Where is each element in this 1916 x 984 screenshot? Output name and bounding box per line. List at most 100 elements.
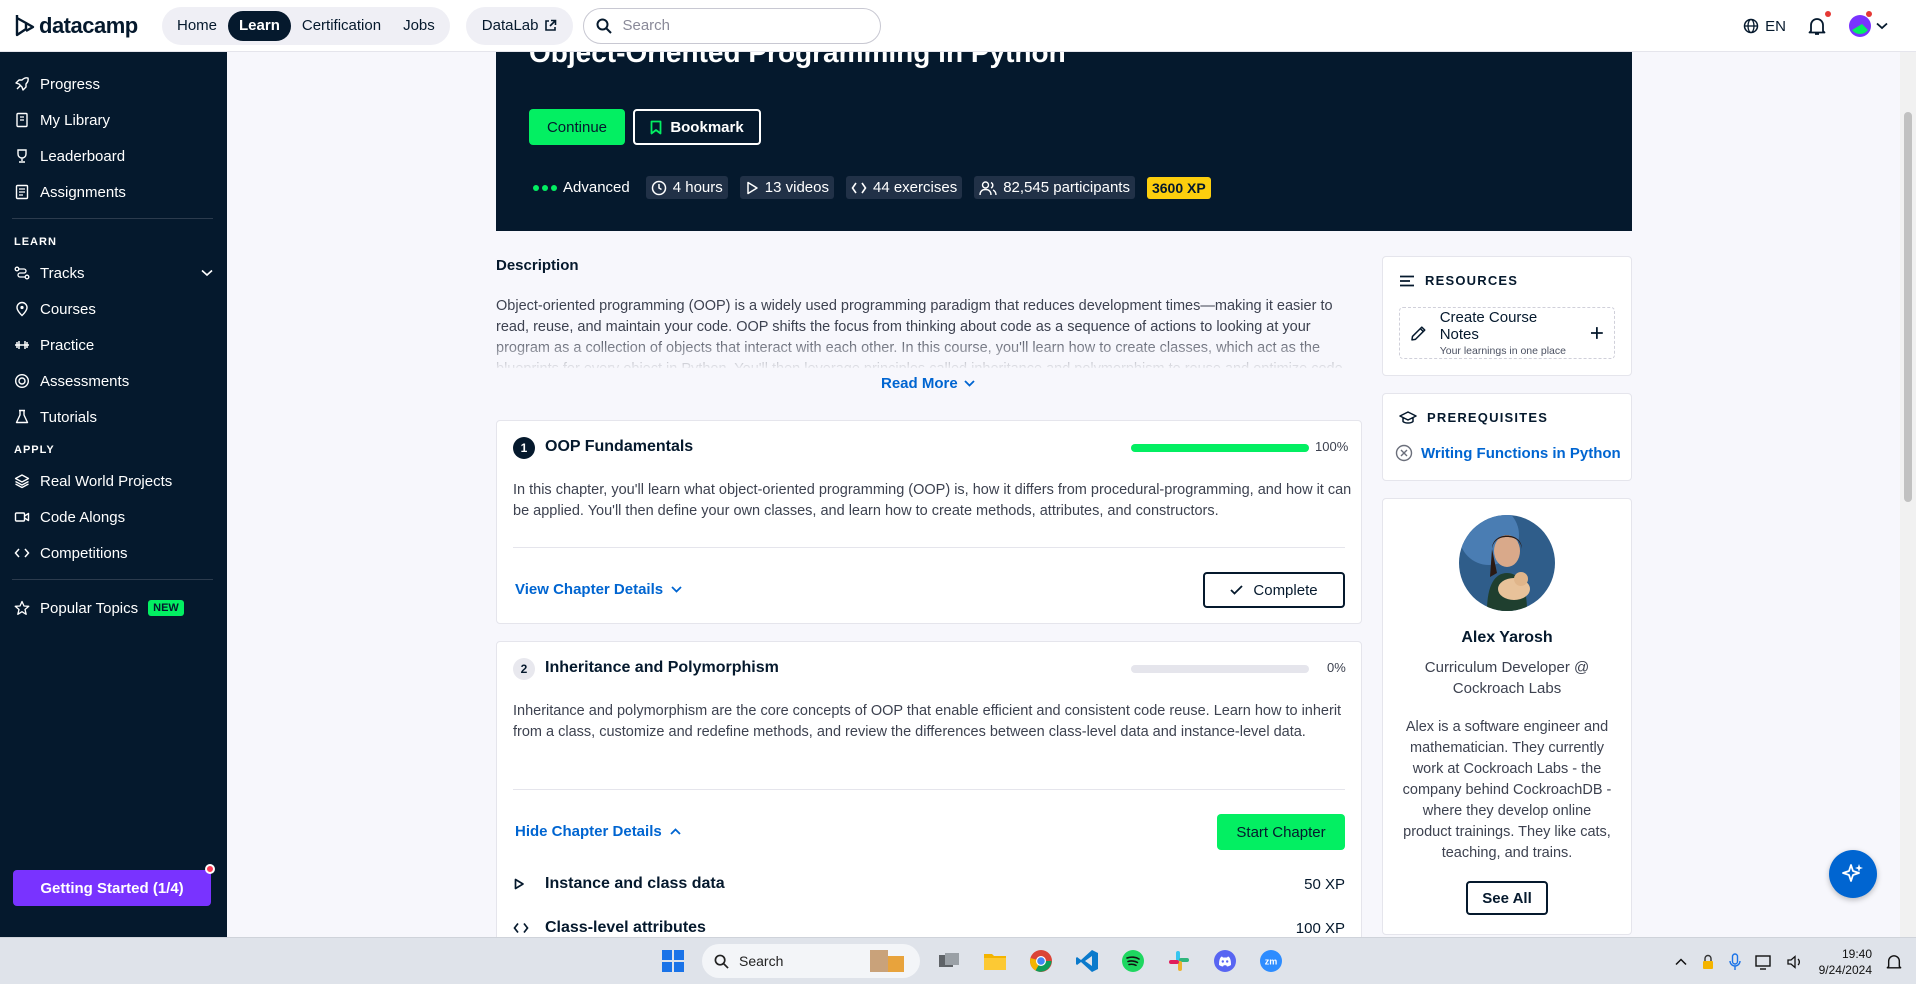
datacamp-logo[interactable]: datacamp bbox=[14, 13, 146, 39]
language-selector[interactable]: EN bbox=[1743, 18, 1786, 35]
exercise-row[interactable]: Instance and class data 50 XP bbox=[513, 875, 1345, 893]
sidebar-item-tracks[interactable]: Tracks bbox=[0, 255, 227, 291]
task-view-icon[interactable] bbox=[932, 944, 966, 978]
create-course-notes-button[interactable]: Create Course Notes Your learnings in on… bbox=[1399, 307, 1615, 359]
windows-start-icon[interactable] bbox=[656, 944, 690, 978]
volume-icon[interactable] bbox=[1786, 954, 1805, 970]
discord-icon[interactable] bbox=[1208, 944, 1242, 978]
sidebar-item-leaderboard[interactable]: Leaderboard bbox=[0, 138, 227, 174]
notes-subtitle: Your learnings in one place bbox=[1439, 345, 1566, 357]
start-chapter-button[interactable]: Start Chapter bbox=[1217, 814, 1345, 850]
sidebar-item-real-world-projects[interactable]: Real World Projects bbox=[0, 463, 227, 499]
user-menu[interactable] bbox=[1848, 11, 1888, 38]
datalab-link[interactable]: DataLab bbox=[465, 6, 574, 45]
slack-icon[interactable] bbox=[1162, 944, 1196, 978]
getting-started-button[interactable]: Getting Started (1/4) bbox=[13, 864, 215, 906]
code-icon bbox=[14, 548, 30, 558]
bell-icon bbox=[1808, 18, 1826, 35]
avatar-dot bbox=[1866, 11, 1872, 17]
description-fade bbox=[496, 335, 1362, 371]
complete-label: Complete bbox=[1253, 581, 1318, 599]
datalab-label: DataLab bbox=[481, 17, 539, 34]
vscode-icon[interactable] bbox=[1070, 944, 1104, 978]
continue-button[interactable]: Continue bbox=[529, 109, 625, 145]
sidebar-item-my-library[interactable]: My Library bbox=[0, 102, 227, 138]
sidebar-item-progress[interactable]: Progress bbox=[0, 66, 227, 102]
exercise-xp: 100 XP bbox=[1295, 919, 1345, 937]
taskbar-search[interactable]: Search bbox=[702, 944, 920, 978]
course-level: Advanced bbox=[529, 177, 634, 198]
microphone-icon[interactable] bbox=[1728, 952, 1741, 971]
nav-jobs[interactable]: Jobs bbox=[392, 11, 446, 41]
chrome-icon[interactable] bbox=[1024, 944, 1058, 978]
chapter-title[interactable]: OOP Fundamentals bbox=[545, 438, 693, 456]
duration-label: 4 hours bbox=[672, 179, 723, 196]
notification-bell-icon[interactable] bbox=[1886, 953, 1902, 971]
lock-icon[interactable] bbox=[1701, 954, 1715, 970]
chevron-down-icon bbox=[671, 586, 682, 593]
page-scrollbar[interactable] bbox=[1900, 52, 1916, 937]
sidebar-item-popular-topics[interactable]: Popular Topics NEW bbox=[0, 590, 227, 626]
exercise-row[interactable]: Class-level attributes 100 XP bbox=[513, 919, 1345, 937]
check-icon bbox=[1230, 585, 1244, 595]
chapter-title[interactable]: Inheritance and Polymorphism bbox=[545, 659, 779, 677]
sidebar-label: Real World Projects bbox=[40, 472, 173, 490]
system-clock[interactable]: 19:40 9/24/2024 bbox=[1819, 946, 1872, 978]
hide-chapter-details-link[interactable]: Hide Chapter Details bbox=[515, 823, 681, 840]
graduation-cap-icon bbox=[1399, 410, 1417, 424]
sidebar-item-practice[interactable]: Practice bbox=[0, 327, 227, 363]
sidebar-label: Code Alongs bbox=[40, 508, 126, 526]
assignment-icon bbox=[15, 184, 29, 200]
chevron-up-icon[interactable] bbox=[1675, 957, 1687, 966]
sidebar-item-code-alongs[interactable]: Code Alongs bbox=[0, 499, 227, 535]
prerequisites-heading-text: PREREQUISITES bbox=[1427, 410, 1549, 425]
notifications-button[interactable] bbox=[1808, 11, 1831, 36]
ai-assistant-button[interactable] bbox=[1829, 850, 1877, 898]
search-input[interactable] bbox=[622, 17, 843, 34]
external-link-icon bbox=[545, 19, 557, 31]
nav-learn[interactable]: Learn bbox=[228, 10, 291, 41]
zoom-icon[interactable]: zm bbox=[1254, 944, 1288, 978]
level-label: Advanced bbox=[563, 179, 630, 196]
prerequisites-card: PREREQUISITES Writing Functions in Pytho… bbox=[1382, 393, 1632, 481]
details-link-label: View Chapter Details bbox=[515, 581, 664, 598]
description-heading: Description bbox=[496, 257, 579, 274]
notification-dot bbox=[1825, 11, 1831, 17]
system-tray: 19:40 9/24/2024 bbox=[1675, 938, 1902, 984]
chapter-progress-fill bbox=[1131, 444, 1309, 452]
play-icon bbox=[513, 878, 539, 890]
sidebar-item-tutorials[interactable]: Tutorials bbox=[0, 399, 227, 435]
instructor-avatar[interactable] bbox=[1459, 515, 1555, 611]
scrollbar-thumb[interactable] bbox=[1904, 112, 1912, 502]
sidebar-label: Popular Topics bbox=[40, 599, 139, 617]
spotify-icon[interactable] bbox=[1116, 944, 1150, 978]
instructor-card: Alex Yarosh Curriculum Developer @ Cockr… bbox=[1382, 498, 1632, 935]
nav-home[interactable]: Home bbox=[166, 11, 228, 41]
network-icon[interactable] bbox=[1754, 954, 1773, 970]
search-box[interactable] bbox=[583, 7, 882, 44]
chapter-card-1: 1 OOP Fundamentals 100% In this chapter,… bbox=[496, 420, 1362, 624]
prerequisite-course-link[interactable]: Writing Functions in Python bbox=[1395, 444, 1621, 462]
courses-icon bbox=[16, 301, 28, 317]
sidebar-label: Assignments bbox=[40, 183, 126, 201]
sparkle-icon bbox=[1842, 864, 1863, 882]
chevron-down-icon bbox=[1876, 22, 1888, 30]
see-all-button[interactable]: See All bbox=[1466, 881, 1548, 915]
nav-certification[interactable]: Certification bbox=[291, 11, 392, 41]
sidebar-item-assignments[interactable]: Assignments bbox=[0, 174, 227, 210]
sidebar-label: Courses bbox=[40, 300, 96, 318]
complete-button[interactable]: Complete bbox=[1203, 572, 1345, 608]
participants-label: 82,545 participants bbox=[1003, 179, 1130, 196]
read-more-button[interactable]: Read More bbox=[881, 375, 975, 392]
chapter-progress-label: 100% bbox=[1315, 439, 1349, 454]
search-icon bbox=[714, 954, 729, 969]
view-chapter-details-link[interactable]: View Chapter Details bbox=[515, 581, 682, 598]
sidebar-label: Practice bbox=[40, 336, 95, 354]
bookmark-button[interactable]: Bookmark bbox=[633, 109, 761, 145]
sidebar-item-competitions[interactable]: Competitions bbox=[0, 535, 227, 571]
sidebar-item-assessments[interactable]: Assessments bbox=[0, 363, 227, 399]
top-right-controls: EN bbox=[1743, 0, 1888, 52]
file-explorer-icon[interactable] bbox=[978, 944, 1012, 978]
sidebar-item-courses[interactable]: Courses bbox=[0, 291, 227, 327]
sidebar-label: Progress bbox=[40, 75, 101, 93]
